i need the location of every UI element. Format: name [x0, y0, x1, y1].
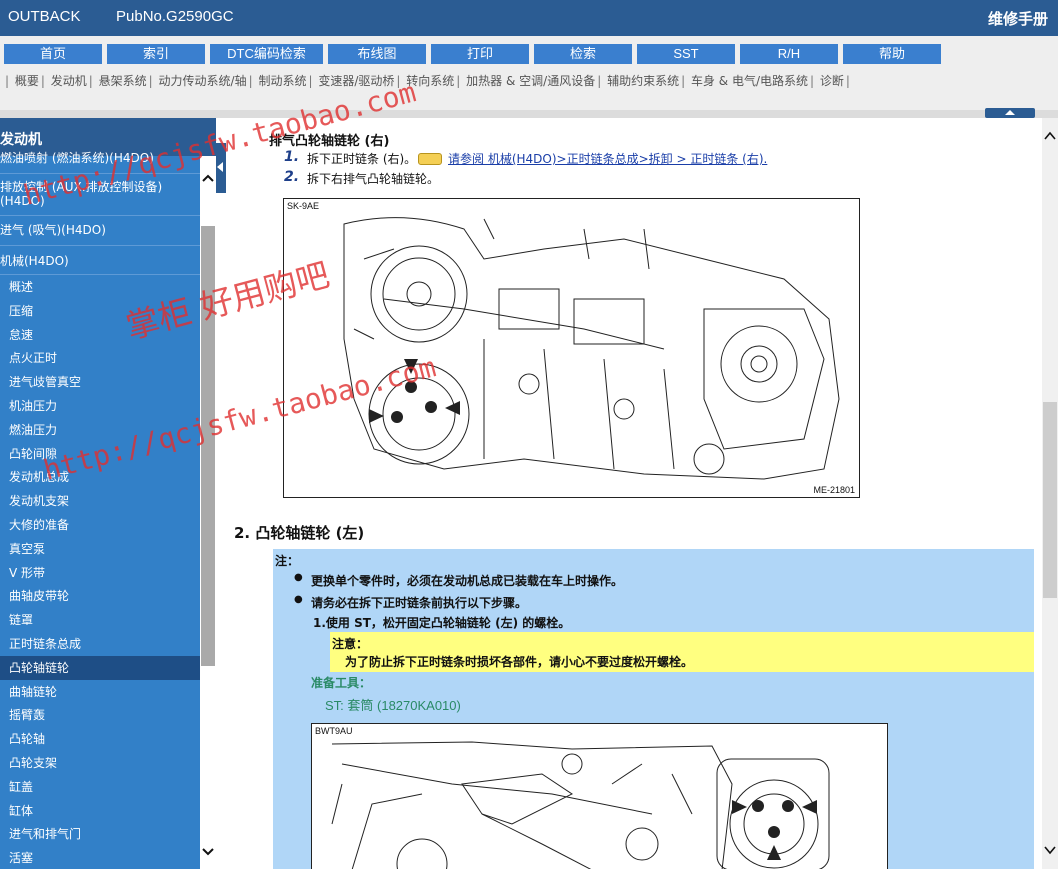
note-bullet: 更换单个零件时，必须在发动机总成已装载在车上时操作。	[294, 572, 623, 589]
sidebar-item[interactable]: 机油压力	[0, 394, 200, 418]
note-label: 注：	[275, 554, 300, 568]
system-link[interactable]: 车身 & 电气/电路系统	[691, 74, 808, 88]
chevron-down-icon[interactable]	[1042, 842, 1058, 858]
step-2: 拆下右排气凸轮轴链轮。	[307, 172, 440, 186]
sidebar-item[interactable]: V 形带	[0, 561, 200, 585]
sidebar-item[interactable]: 概述	[0, 275, 200, 299]
prep-tools-value: ST: 套筒 (18270KA010)	[325, 698, 461, 713]
sidebar-toggle-button[interactable]	[216, 143, 226, 193]
search-button[interactable]: 检索	[534, 44, 632, 64]
system-link[interactable]: 变速器/驱动桥	[318, 74, 394, 88]
engine-figure-2: BWT9AU	[311, 723, 888, 869]
sidebar-item[interactable]: 发动机总成	[0, 465, 200, 489]
sidebar-item[interactable]: 真空泵	[0, 537, 200, 561]
model-name: OUTBACK	[8, 8, 81, 25]
reference-icon	[418, 153, 443, 165]
engine-drawing-2	[331, 741, 830, 869]
print-button[interactable]: 打印	[431, 44, 529, 64]
engine-drawing-1	[343, 217, 840, 480]
home-button[interactable]: 首页	[4, 44, 102, 64]
sidebar-scroll-thumb[interactable]	[201, 226, 215, 666]
sidebar-item[interactable]: 凸轮间隙	[0, 442, 200, 466]
sidebar-item[interactable]: 进气歧管真空	[0, 370, 200, 394]
wiring-button[interactable]: 布线图	[328, 44, 426, 64]
page-scroll-thumb[interactable]	[1043, 402, 1057, 598]
caution-title: 注意：	[332, 637, 369, 651]
sidebar-item[interactable]: 活塞	[0, 846, 200, 869]
sidebar-item[interactable]: 缸盖	[0, 775, 200, 799]
sidebar-item[interactable]: 点火正时	[0, 346, 200, 370]
system-link[interactable]: 概要	[15, 74, 39, 88]
step-text: 拆下正时链条 (右)。	[307, 152, 417, 166]
step-number: 1.	[284, 149, 300, 165]
section-heading: 排气凸轮轴链轮 (右)	[269, 134, 390, 149]
sidebar-item[interactable]: 凸轮轴	[0, 727, 200, 751]
system-links: | 概要 | 发动机 | 悬架系统 | 动力传动系统/轴 | 制动系统 | 变速器/驱动桥…	[5, 74, 850, 88]
sidebar-item[interactable]: 大修的准备	[0, 513, 200, 537]
dtc-search-button[interactable]: DTC编码检索	[210, 44, 323, 64]
caution-text: 为了防止拆下正时链条时损坏各部件，请小心不要过度松开螺栓。	[345, 655, 694, 669]
sidebar-item[interactable]: 曲轴链轮	[0, 680, 200, 704]
manual-title: 维修手册	[987, 10, 1048, 28]
system-link[interactable]: 辅助约束系统	[607, 74, 679, 88]
sidebar-item[interactable]: 缸体	[0, 799, 200, 823]
note-bullet: 请务必在拆下正时链条前执行以下步骤。	[294, 594, 527, 611]
system-link[interactable]: 发动机	[51, 74, 87, 88]
sidebar-item[interactable]: 曲轴皮带轮	[0, 584, 200, 608]
sidebar: 发动机 燃油喷射 (燃油系统)(H4DO) 排放控制 (AUX.排放控制设备) …	[0, 118, 216, 869]
sidebar-group-mechanical[interactable]: 机械(H4DO)	[0, 254, 200, 268]
engine-figure-1: SK-9AE ME-21801	[283, 198, 860, 498]
note-substep: 1.使用 ST，松开固定凸轮轴链轮 (左) 的螺栓。	[313, 616, 571, 630]
chevron-down-icon[interactable]	[200, 842, 216, 862]
publication-number: PubNo.G2590GC	[116, 8, 234, 25]
system-link[interactable]: 加热器 & 空调/通风设备	[466, 74, 595, 88]
reference-link[interactable]: 请参阅 机械(H4DO)>正时链条总成>拆卸 > 正时链条 (右).	[448, 152, 767, 166]
system-link[interactable]: 诊断	[820, 74, 844, 88]
chevron-up-icon[interactable]	[200, 168, 216, 188]
help-button[interactable]: 帮助	[843, 44, 941, 64]
system-link[interactable]: 转向系统	[406, 74, 454, 88]
sidebar-item[interactable]: 链罩	[0, 608, 200, 632]
system-link[interactable]: 悬架系统	[99, 74, 147, 88]
collapse-header-button[interactable]	[985, 108, 1035, 118]
sidebar-item[interactable]: 凸轮支架	[0, 751, 200, 775]
sidebar-group-emission[interactable]: 排放控制 (AUX.排放控制设备)	[0, 180, 200, 194]
caution-box: 注意： 为了防止拆下正时链条时损坏各部件，请小心不要过度松开螺栓。	[330, 632, 1034, 672]
section-heading-2: 2. 凸轮轴链轮 (左)	[234, 524, 365, 542]
system-link[interactable]: 动力传动系统/轴	[159, 74, 247, 88]
sidebar-item[interactable]: 正时链条总成	[0, 632, 200, 656]
sidebar-group-fuel[interactable]: 燃油喷射 (燃油系统)(H4DO)	[0, 152, 200, 165]
sidebar-group-intake[interactable]: 进气 (吸气)(H4DO)	[0, 223, 200, 237]
sidebar-item[interactable]: 怠速	[0, 323, 200, 347]
title-bar: OUTBACK PubNo.G2590GC 维修手册	[0, 0, 1058, 36]
system-link[interactable]: 制动系统	[258, 74, 306, 88]
index-button[interactable]: 索引	[107, 44, 205, 64]
chevron-up-icon[interactable]	[1042, 128, 1058, 144]
rh-button[interactable]: R/H	[740, 44, 838, 64]
sidebar-item[interactable]: 进气和排气门	[0, 822, 200, 846]
sidebar-item[interactable]: 摇臂轰	[0, 703, 200, 727]
step-1: 拆下正时链条 (右)。 请参阅 机械(H4DO)>正时链条总成>拆卸 > 正时链…	[307, 150, 767, 167]
nav-bar: 首页 索引 DTC编码检索 布线图 打印 检索 SST R/H 帮助 | 概要 |…	[0, 36, 1058, 110]
prep-tools-label: 准备工具：	[311, 676, 372, 690]
sidebar-item[interactable]: 发动机支架	[0, 489, 200, 513]
sidebar-group-emission-sub[interactable]: (H4DO)	[0, 194, 200, 208]
sidebar-item[interactable]: 燃油压力	[0, 418, 200, 442]
sst-button[interactable]: SST	[637, 44, 735, 64]
sidebar-item[interactable]: 压缩	[0, 299, 200, 323]
divider-strip	[0, 110, 1058, 118]
step-number: 2.	[284, 169, 300, 185]
manual-viewer: OUTBACK PubNo.G2590GC 维修手册 首页 索引 DTC编码检索…	[0, 0, 1058, 869]
sidebar-item[interactable]: 凸轮轴链轮	[0, 655, 200, 680]
